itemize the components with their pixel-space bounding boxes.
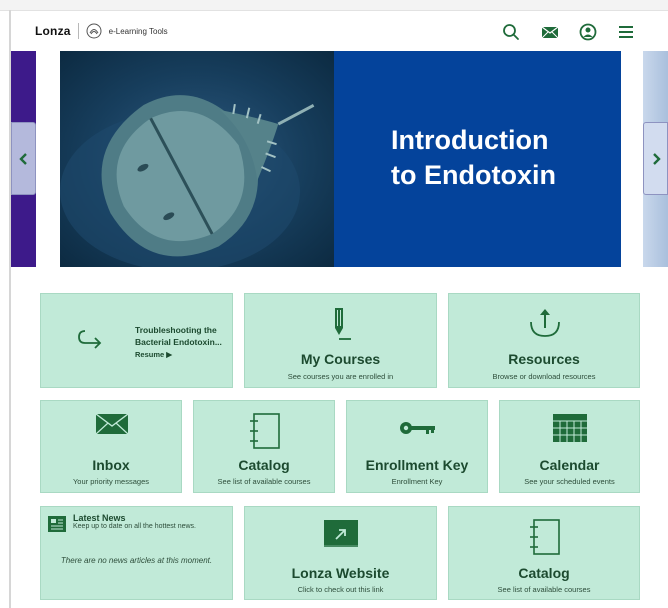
elearning-logo-icon <box>86 23 102 39</box>
newspaper-icon <box>47 515 67 533</box>
resume-course-tile[interactable]: Troubleshooting the Bacterial Endotoxin.… <box>40 293 233 388</box>
catalog-2-title: Catalog <box>518 565 570 581</box>
my-courses-title: My Courses <box>300 351 381 367</box>
app-title: e-Learning Tools <box>108 26 168 36</box>
resume-course-title: Troubleshooting the Bacterial Endotoxin.… <box>135 325 222 347</box>
catalog-2-subtitle: See list of available courses <box>497 585 591 594</box>
redo-arrow-icon <box>77 328 103 352</box>
menu-icon[interactable] <box>616 22 636 42</box>
latest-news-subtitle: Keep up to date on all the hottest news. <box>73 523 196 530</box>
notebook-icon <box>249 413 281 449</box>
chevron-left-icon <box>18 152 27 165</box>
inbox-subtitle: Your priority messages <box>72 477 149 486</box>
slide-title: Introduction to Endotoxin <box>391 123 611 193</box>
browser-top-strip <box>0 0 668 11</box>
carousel-next-button[interactable] <box>643 122 668 195</box>
envelope-icon <box>95 413 129 435</box>
my-courses-subtitle: See courses you are enrolled in <box>287 372 394 381</box>
brand[interactable]: Lonza e-Learning Tools <box>35 23 168 39</box>
search-icon[interactable] <box>501 22 521 42</box>
enrollment-key-title: Enrollment Key <box>365 457 469 473</box>
my-courses-tile[interactable]: My Courses See courses you are enrolled … <box>244 293 437 388</box>
catalog-tile[interactable]: Catalog See list of available courses <box>193 400 335 493</box>
user-icon[interactable] <box>578 22 598 42</box>
inbox-tile[interactable]: Inbox Your priority messages <box>40 400 182 493</box>
resources-title: Resources <box>508 351 580 367</box>
inbox-title: Inbox <box>92 457 130 473</box>
hero-carousel: Introduction to Endotoxin <box>11 51 668 267</box>
lonza-website-subtitle: Click to check out this link <box>297 585 384 594</box>
notebook-icon <box>529 519 561 555</box>
latest-news-tile[interactable]: Latest News Keep up to date on all the h… <box>40 506 233 600</box>
slide-caption-panel: Introduction to Endotoxin <box>334 51 621 267</box>
calendar-subtitle: See your scheduled events <box>524 477 615 486</box>
upload-icon <box>527 306 563 338</box>
brand-separator <box>77 23 79 39</box>
key-icon <box>399 419 437 437</box>
slide-title-line-1: Introduction <box>391 125 549 155</box>
site-header: Lonza e-Learning Tools <box>11 11 668 51</box>
chevron-right-icon <box>652 152 661 165</box>
latest-news-title: Latest News <box>73 513 126 523</box>
calendar-title: Calendar <box>539 457 600 473</box>
catalog-tile-2[interactable]: Catalog See list of available courses <box>448 506 640 600</box>
resources-subtitle: Browse or download resources <box>492 372 596 381</box>
carousel-prev-button[interactable] <box>11 122 36 195</box>
enrollment-key-subtitle: Enrollment Key <box>391 477 443 486</box>
lonza-logo: Lonza <box>35 24 71 38</box>
enrollment-key-tile[interactable]: Enrollment Key Enrollment Key <box>346 400 488 493</box>
news-empty-message: There are no news articles at this momen… <box>60 556 213 565</box>
calendar-tile[interactable]: Calendar See your scheduled events <box>499 400 640 493</box>
resources-tile[interactable]: Resources Browse or download resources <box>448 293 640 388</box>
calendar-icon <box>552 413 588 443</box>
horseshoe-crab-image <box>60 51 334 267</box>
lonza-website-title: Lonza Website <box>291 565 390 581</box>
catalog-subtitle: See list of available courses <box>217 477 311 486</box>
external-link-icon <box>323 519 359 547</box>
slide-title-line-2: to Endotoxin <box>391 160 556 190</box>
resume-link[interactable]: Resume ▶ <box>135 350 172 359</box>
lonza-website-tile[interactable]: Lonza Website Click to check out this li… <box>244 506 437 600</box>
pencil-icon <box>329 306 353 342</box>
mail-icon[interactable] <box>540 22 560 42</box>
catalog-title: Catalog <box>238 457 290 473</box>
